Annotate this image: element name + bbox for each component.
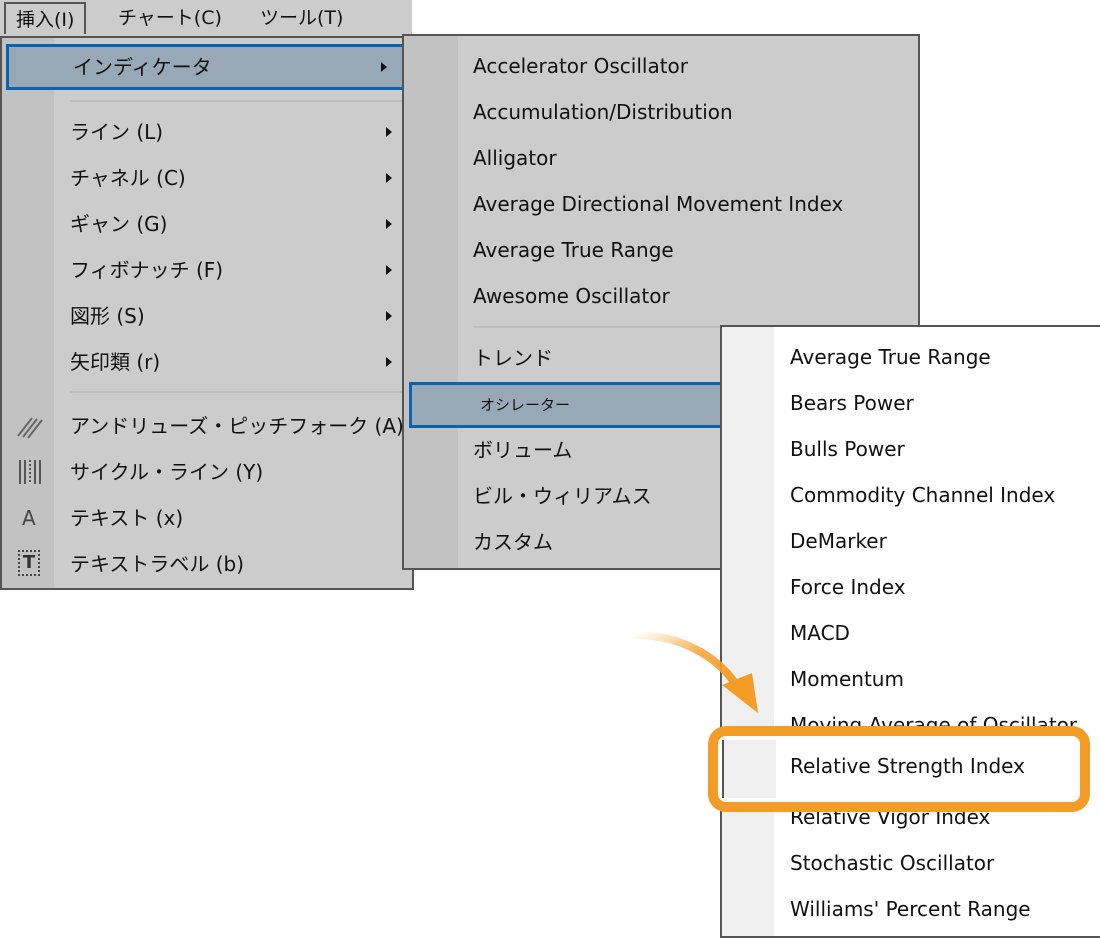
submenu-arrow-icon	[386, 127, 392, 137]
menu-item-commodity-channel-index[interactable]: Commodity Channel Index	[722, 473, 1100, 517]
menu-item-average-true-range[interactable]: Average True Range	[404, 228, 918, 272]
menu-item-label: テキストラベル (b)	[70, 552, 245, 576]
menu-item-label: テキスト (x)	[70, 506, 184, 530]
menu-item-accelerator-oscillator[interactable]: Accelerator Oscillator	[404, 44, 918, 88]
menu-item-label: Williams' Percent Range	[790, 897, 1031, 921]
menu-item-label: 矢印類 (r)	[70, 350, 161, 374]
menu-item-label: Accumulation/Distribution	[473, 100, 733, 124]
menu-item-label: フィボナッチ (F)	[70, 258, 224, 282]
menu-item-label: Average Directional Movement Index	[473, 192, 844, 216]
menu-item-williams-percent-range[interactable]: Williams' Percent Range	[722, 887, 1100, 931]
menu-item-label: MACD	[790, 621, 850, 645]
menu-item-label: サイクル・ライン (Y)	[70, 460, 264, 484]
menu-separator	[70, 100, 408, 102]
submenu-arrow-icon	[386, 219, 392, 229]
highlighted-item-label: Relative Strength Index	[790, 754, 1025, 778]
menu-item-label: Stochastic Oscillator	[790, 851, 995, 875]
menu-item-lines[interactable]: ライン (L)	[2, 110, 412, 154]
menu-item-andrews-pitchfork[interactable]: アンドリューズ・ピッチフォーク (A)	[2, 404, 412, 448]
oscillators-submenu: Average True Range Bears Power Bulls Pow…	[720, 325, 1100, 938]
menu-item-arrows[interactable]: 矢印類 (r)	[2, 340, 412, 384]
menu-item-adx[interactable]: Average Directional Movement Index	[404, 182, 918, 226]
menu-item-fibonacci[interactable]: フィボナッチ (F)	[2, 248, 412, 292]
insert-dropdown-menu: インディケータ ライン (L) チャネル (C) ギャン (G) フィボナッチ …	[0, 36, 416, 590]
menu-bar: 挿入(I) チャート(C) ツール(T)	[0, 0, 412, 37]
menu-item-cycle-lines[interactable]: サイクル・ライン (Y)	[2, 450, 412, 494]
menu-item-macd[interactable]: MACD	[722, 611, 1100, 655]
menu-item-label: Average True Range	[790, 345, 991, 369]
menu-item-label: Alligator	[473, 146, 557, 170]
pitchfork-icon	[17, 417, 43, 439]
menu-item-bulls-power[interactable]: Bulls Power	[722, 427, 1100, 471]
menu-item-label: ギャン (G)	[70, 212, 168, 236]
menu-item-label: Momentum	[790, 667, 904, 691]
menu-item-label: オシレーター	[480, 396, 571, 414]
menu-item-label: ビル・ウィリアムス	[473, 484, 652, 508]
menu-item-label: チャネル (C)	[70, 166, 186, 190]
menu-item-label: トレンド	[473, 346, 553, 370]
submenu-arrow-icon	[386, 357, 392, 367]
cycle-lines-icon	[19, 460, 41, 484]
menu-item-label: Bulls Power	[790, 437, 905, 461]
menu-item-alligator[interactable]: Alligator	[404, 136, 918, 180]
menu-item-stochastic-oscillator[interactable]: Stochastic Oscillator	[722, 841, 1100, 885]
menu-item-force-index[interactable]: Force Index	[722, 565, 1100, 609]
rsi-highlight-box[interactable]: Relative Strength Index	[708, 726, 1090, 812]
menu-item-average-true-range[interactable]: Average True Range	[722, 335, 1100, 379]
menu-item-label: Accelerator Oscillator	[473, 54, 689, 78]
submenu-arrow-icon	[386, 265, 392, 275]
menu-separator	[70, 391, 408, 393]
menu-item-gann[interactable]: ギャン (G)	[2, 202, 412, 246]
text-label-icon: T	[18, 550, 40, 576]
menu-gutter	[722, 740, 776, 798]
menu-item-bears-power[interactable]: Bears Power	[722, 381, 1100, 425]
submenu-arrow-icon	[381, 62, 387, 72]
menu-item-indicators[interactable]: インディケータ	[6, 44, 416, 90]
menu-item-awesome-oscillator[interactable]: Awesome Oscillator	[404, 274, 918, 318]
menu-chart[interactable]: チャート(C)	[108, 2, 232, 34]
submenu-arrow-icon	[386, 173, 392, 183]
text-icon: A	[22, 506, 36, 530]
menu-item-label: DeMarker	[790, 529, 887, 553]
menu-item-label: インディケータ	[73, 55, 212, 79]
menu-item-label: Bears Power	[790, 391, 914, 415]
menu-item-label: Awesome Oscillator	[473, 284, 670, 308]
menu-item-label: ボリューム	[473, 438, 573, 462]
menu-item-channels[interactable]: チャネル (C)	[2, 156, 412, 200]
menu-item-shapes[interactable]: 図形 (S)	[2, 294, 412, 338]
menu-item-momentum[interactable]: Momentum	[722, 657, 1100, 701]
menu-item-demarker[interactable]: DeMarker	[722, 519, 1100, 563]
submenu-arrow-icon	[386, 311, 392, 321]
menu-item-accumulation-distribution[interactable]: Accumulation/Distribution	[404, 90, 918, 134]
menu-insert[interactable]: 挿入(I)	[4, 2, 87, 34]
menu-item-text[interactable]: A テキスト (x)	[2, 496, 412, 540]
menu-item-label: ライン (L)	[70, 120, 164, 144]
annotation-arrow-icon	[631, 631, 758, 713]
menu-item-label: カスタム	[473, 530, 553, 554]
menu-item-text-label[interactable]: T テキストラベル (b)	[2, 542, 412, 586]
menu-tools[interactable]: ツール(T)	[250, 2, 353, 34]
menu-item-label: Average True Range	[473, 238, 674, 262]
menu-item-label: 図形 (S)	[70, 304, 145, 328]
menu-item-label: Force Index	[790, 575, 906, 599]
menu-item-label: アンドリューズ・ピッチフォーク (A)	[70, 414, 404, 438]
menu-item-label: Commodity Channel Index	[790, 483, 1056, 507]
